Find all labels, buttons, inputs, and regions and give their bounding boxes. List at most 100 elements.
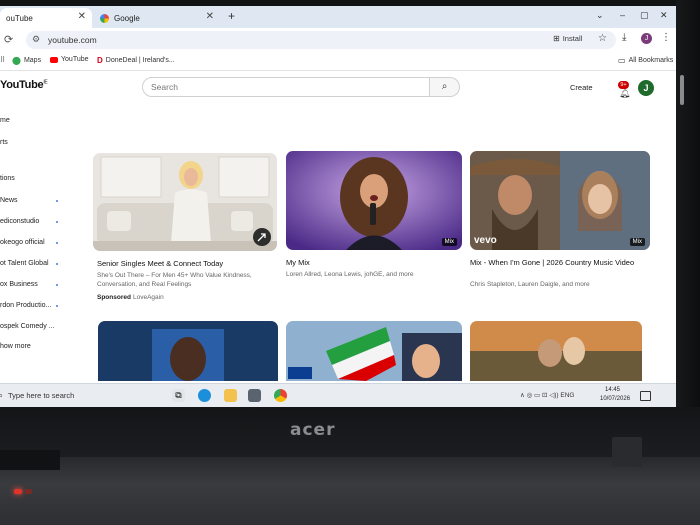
chrome-icon[interactable] [274,389,287,402]
new-tab-button[interactable]: + [228,9,235,23]
close-icon[interactable]: ✕ [206,11,214,22]
screen-bezel-right [676,0,700,420]
bell-icon[interactable]: 🔔︎ [619,88,630,99]
advertiser-name: LoveAgain [133,294,164,301]
bookmark-maps-label: Maps [23,57,42,64]
omnibox[interactable]: ⚙ youtube.com ⊞ Install ☆ [26,31,616,49]
video-thumbnail[interactable]: vevo Mix [470,151,650,250]
create-button[interactable]: Create [570,83,593,92]
acer-logo: acer [290,420,336,440]
search-field[interactable]: Search [142,77,430,97]
mix-badge: Mix [441,238,457,246]
mix-badge: Mix [629,238,645,246]
install-button[interactable]: ⊞ Install [553,34,582,43]
sponsored-label: Sponsored [97,294,131,301]
windows-taskbar: ⌕ Type here to search ⧉ ∧ ◎ ▭ ⊡ ◁)) ENG … [0,383,676,407]
new-content-dot [56,200,58,202]
video-card-my-mix[interactable]: Mix My Mix Loren Allred, Leona Lewis, jo… [286,151,464,291]
tab-google[interactable]: Google ✕ [94,8,220,28]
sidebar-item-channel[interactable]: ox Business [0,281,38,288]
notification-center-icon[interactable] [640,391,651,401]
bookmark-donedeal[interactable]: D DoneDeal | Ireland's... [97,56,175,65]
search-button[interactable]: ⌕ [430,77,460,97]
youtube-logo[interactable]: YouTubeIE [0,79,48,91]
thumbnail-image-face [98,321,278,381]
menu-kebab-icon[interactable]: ⋮ [661,32,671,43]
install-icon: ⊞ [553,34,560,43]
video-card-ad[interactable]: Senior Singles Meet & Connect Today She'… [93,153,277,303]
install-label: Install [562,34,583,43]
download-icon[interactable]: ⤓ [622,32,626,43]
video-thumbnail[interactable] [286,321,462,381]
sidebar-item-home[interactable]: me [0,117,10,124]
sidebar-show-more[interactable]: how more [0,343,31,350]
video-title[interactable]: Senior Singles Meet & Connect Today [97,259,277,269]
sidebar-item-channel[interactable]: News [0,197,18,204]
sidebar-item-channel[interactable]: okeogo official [0,239,45,246]
vevo-logo: vevo [474,235,497,246]
video-thumbnail[interactable] [470,321,642,381]
reload-icon[interactable]: ⟳ [4,33,13,46]
store-icon[interactable] [248,389,261,402]
tab-youtube[interactable]: ouTube ✕ [0,8,92,28]
new-content-dot [56,221,58,223]
thumbnail-image-news [286,321,462,381]
video-thumbnail[interactable] [93,153,277,251]
laptop-hinge [612,437,642,467]
file-explorer-icon[interactable] [224,389,237,402]
laptop-hinge [0,450,60,470]
notification-badge: 9+ [618,81,629,89]
all-bookmarks-label: All Bookmarks [628,57,674,64]
profile-icon[interactable]: J [641,33,652,44]
sidebar-item-channel[interactable]: ediconstudio [0,218,39,225]
video-thumbnail[interactable] [98,321,278,381]
minimize-button[interactable]: – [620,10,625,20]
sidebar-item-shorts[interactable]: rts [0,139,8,146]
video-title[interactable]: My Mix [286,258,462,268]
search-icon[interactable]: ⌕ [0,390,3,401]
taskbar-search-input[interactable]: Type here to search [8,391,74,400]
sidebar-item-channel[interactable]: ospek Comedy ... [0,323,54,330]
site-settings-icon[interactable]: ⚙ [32,34,40,45]
address-row: ⟳ ⚙ youtube.com ⊞ Install ☆ ⤓ J ⋮ [0,28,676,52]
scrollbar-thumb[interactable] [680,75,684,105]
search-input[interactable]: Search [151,82,178,92]
apps-icon[interactable]: ⠿ [0,56,5,64]
youtube-logo-text: YouTube [0,79,44,91]
bookmark-maps[interactable]: ⬤ Maps [12,56,41,65]
thumbnail-image-couple [470,321,642,381]
new-content-dot [56,284,58,286]
bookmarks-bar: ⠿ ⬤ Maps YouTube D DoneDeal | Ireland's.… [0,52,676,71]
maximize-button[interactable]: ▢ [640,10,649,21]
video-meta: Chris Stapleton, Lauren Daigle, and more [470,281,590,288]
system-tray[interactable]: ∧ ◎ ▭ ⊡ ◁)) ENG [520,391,574,399]
video-card-country-mix[interactable]: vevo Mix Mix - When I'm Gone | 2026 Coun… [470,151,650,296]
video-thumbnail[interactable]: Mix [286,151,462,250]
search-icon: ⌕ [441,81,448,92]
sidebar-item-channel[interactable]: rdon Productio... [0,302,51,309]
laptop-screen: ouTube ✕ Google ✕ + ⌄ – ▢ ✕ ⟳ ⚙ youtube.… [0,6,676,407]
close-icon[interactable]: ✕ [78,11,86,22]
new-content-dot [56,242,58,244]
avatar[interactable]: J [638,80,654,96]
google-logo-icon [100,13,109,23]
edge-icon[interactable] [198,389,211,402]
video-title[interactable]: Mix - When I'm Gone | 2026 Country Music… [470,258,640,268]
all-bookmarks[interactable]: ▭ All Bookmarks [618,56,673,65]
clock-time[interactable]: 14:45 [605,387,620,393]
new-content-dot [56,263,58,265]
url-text[interactable]: youtube.com [48,35,97,45]
sidebar-item-channel[interactable]: ot Talent Global [0,260,49,267]
new-content-dot [56,305,58,307]
tab-search-icon[interactable]: ⌄ [596,10,604,21]
youtube-region-code: IE [43,79,48,86]
bookmark-youtube[interactable]: YouTube [50,56,89,63]
bookmark-star-icon[interactable]: ☆ [598,33,607,44]
close-window-button[interactable]: ✕ [660,10,668,21]
task-view-icon[interactable]: ⧉ [172,389,185,402]
browser-tab-bar: ouTube ✕ Google ✕ + ⌄ – ▢ ✕ [0,6,676,28]
video-description: She's Out There – For Men 45+ Who Value … [97,272,252,288]
sidebar-item-subscriptions[interactable]: tions [0,175,15,182]
clock-date[interactable]: 10/07/2026 [600,396,630,402]
laptop-base [0,457,700,525]
